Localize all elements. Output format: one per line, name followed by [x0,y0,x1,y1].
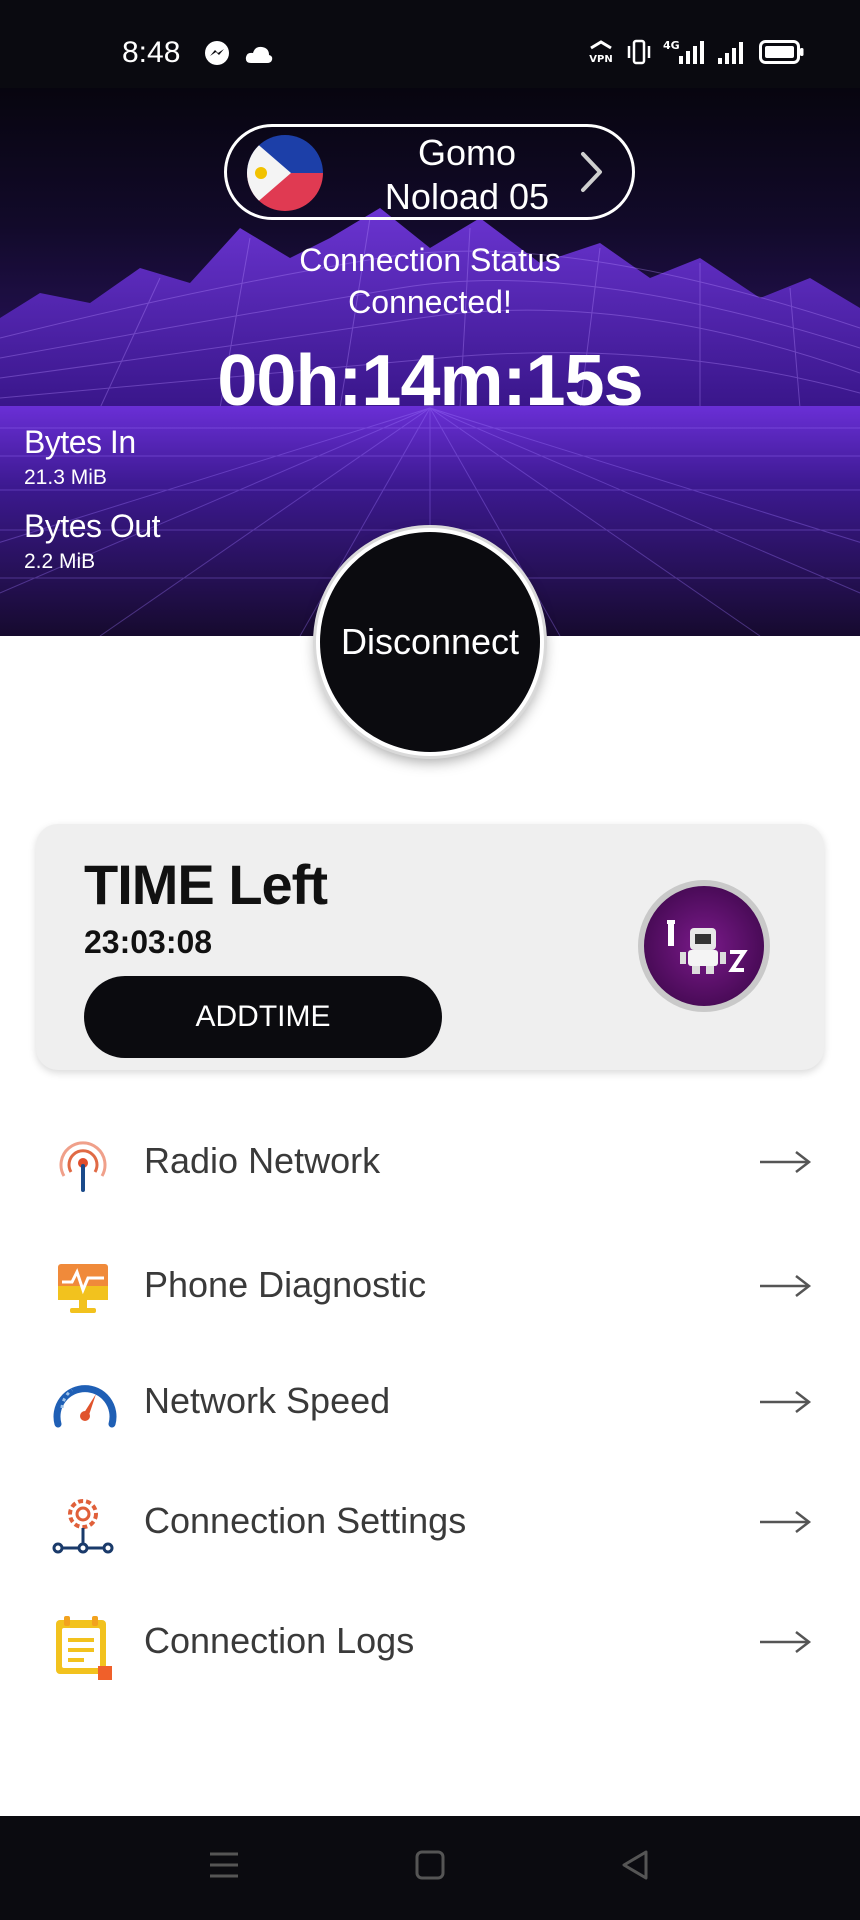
cloud-icon [244,44,274,68]
svg-text:4G: 4G [663,39,680,52]
arrow-right-icon [758,1630,812,1658]
arrow-right-icon [758,1274,812,1302]
menu-label-radio-network: Radio Network [144,1140,381,1181]
server-name: Gomo Noload 05 [367,131,567,219]
connection-timer: 00h:14m:15s [217,341,643,421]
menu-label-connection-settings: Connection Settings [144,1500,467,1541]
menu-nav-icon[interactable] [208,1848,240,1886]
time-left-title: TIME Left [84,853,328,916]
bytes-out-value: 2.2 MiB [24,550,96,573]
radio-tower-icon [50,1132,116,1198]
menu-label-network-speed: Network Speed [144,1380,391,1421]
system-nav-bar [0,1816,860,1920]
server-name-line1: Gomo [417,132,517,173]
connection-status-value: Connected! [348,284,512,320]
menu-label-phone-diagnostic: Phone Diagnostic [144,1264,427,1305]
menu-item-phone-diagnostic[interactable]: Phone Diagnostic [0,1236,860,1336]
disconnect-button[interactable]: Disconnect [316,528,544,756]
menu-item-connection-settings[interactable]: Connection Settings [0,1472,860,1572]
menu-item-connection-logs[interactable]: Connection Logs [0,1592,860,1692]
server-selector[interactable]: Gomo Noload 05 [224,124,635,220]
vpn-icon: VPN [587,38,615,70]
robot-avatar-icon[interactable] [638,880,770,1012]
status-icons: VPN 4G [587,38,805,70]
svg-text:VPN: VPN [589,54,612,65]
menu-label-connection-logs: Connection Logs [144,1620,415,1661]
messenger-icon [204,40,230,70]
signal-icon [717,38,747,70]
logs-notepad-icon [50,1612,116,1680]
status-time: 8:48 [122,36,181,69]
home-nav-icon[interactable] [414,1848,446,1886]
back-nav-icon[interactable] [620,1848,652,1886]
gear-network-icon [50,1492,116,1558]
arrow-right-icon [758,1390,812,1418]
bytes-out-label: Bytes Out [24,508,161,544]
arrow-right-icon [758,1150,812,1178]
addtime-button[interactable]: ADDTIME [84,976,442,1058]
bytes-in-label: Bytes In [24,424,136,460]
speedometer-icon [50,1372,117,1438]
menu-item-network-speed[interactable]: Network Speed [0,1352,860,1452]
time-left-card: TIME Left 23:03:08 ADDTIME [36,824,824,1070]
vibrate-icon [627,38,651,70]
connection-status-title: Connection Status [299,242,561,278]
chevron-right-icon [578,149,606,199]
battery-icon [759,39,805,69]
menu-item-radio-network[interactable]: Radio Network [0,1112,860,1212]
4g-signal-icon: 4G [663,38,705,70]
time-left-value: 23:03:08 [84,924,213,960]
diagnostic-monitor-icon [50,1256,116,1322]
server-name-line2: Noload 05 [384,176,550,217]
bytes-in-value: 21.3 MiB [24,466,107,489]
arrow-right-icon [758,1510,812,1538]
philippines-flag-icon [247,135,323,211]
status-bar: 8:48 VPN 4G [0,0,860,88]
